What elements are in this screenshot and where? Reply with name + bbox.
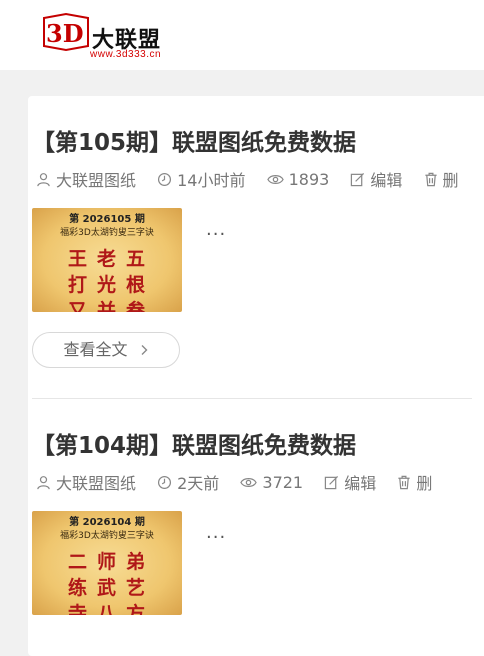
post-thumbnail[interactable]: 第 2026105 期 福彩3D太湖钓叟三字诀 王老五打光根又并叁 — [32, 208, 182, 312]
user-icon — [37, 172, 50, 186]
post-time-text: 2天前 — [177, 474, 220, 493]
post-views: 1893 — [266, 169, 330, 189]
eye-icon — [266, 174, 284, 184]
post-author-name: 大联盟图纸 — [56, 171, 137, 190]
post-item: 【第105期】联盟图纸免费数据 大联盟图纸 14小时前 1893 编辑 删 第 … — [32, 123, 472, 373]
post-time: 2天前 — [157, 470, 219, 494]
thumbnail-subtitle: 福彩3D太湖钓叟三字诀 — [60, 228, 154, 238]
logo-3d-mark: 3D — [43, 12, 89, 52]
logo-url: www.3d333.cn — [90, 49, 162, 60]
post-views-count: 1893 — [288, 169, 330, 189]
clock-icon — [158, 475, 172, 489]
post-edit-label: 编辑 — [344, 474, 377, 493]
user-icon — [37, 475, 50, 489]
trash-icon — [424, 172, 437, 186]
post-time-text: 14小时前 — [177, 171, 246, 190]
post-excerpt: ... — [206, 522, 227, 543]
trash-icon — [398, 475, 410, 489]
chevron-right-icon — [141, 345, 148, 355]
post-meta: 大联盟图纸 14小时前 1893 编辑 删 — [36, 167, 475, 193]
post-time: 14小时前 — [157, 167, 245, 191]
post-author-name: 大联盟图纸 — [56, 474, 137, 493]
edit-icon — [325, 475, 339, 489]
post-views: 3721 — [240, 473, 303, 492]
post-delete-link[interactable]: 删 — [397, 470, 432, 494]
svg-text:3D: 3D — [46, 19, 84, 48]
post-delete-label: 删 — [416, 474, 433, 493]
post-item: 【第104期】联盟图纸免费数据 大联盟图纸 2天前 3721 编辑 删 第 20… — [32, 426, 472, 626]
post-title[interactable]: 【第105期】联盟图纸免费数据 — [32, 123, 356, 157]
thumbnail-subtitle: 福彩3D太湖钓叟三字诀 — [60, 531, 154, 541]
edit-icon — [351, 172, 365, 186]
post-meta: 大联盟图纸 2天前 3721 编辑 删 — [36, 470, 448, 496]
post-delete-link[interactable]: 删 — [424, 167, 459, 191]
read-more-label: 查看全文 — [63, 340, 128, 359]
post-delete-label: 删 — [442, 171, 459, 190]
site-header: 3D 大联盟 www.3d333.cn — [0, 0, 484, 70]
post-title[interactable]: 【第104期】联盟图纸免费数据 — [32, 426, 356, 460]
post-author[interactable]: 大联盟图纸 — [36, 167, 136, 191]
post-edit-label: 编辑 — [370, 171, 403, 190]
post-thumbnail[interactable]: 第 2026104 期 福彩3D太湖钓叟三字诀 二师弟练武艺寺八方 — [32, 511, 182, 615]
thumbnail-issue: 第 2026104 期 — [69, 517, 145, 528]
thumbnail-poem: 王老五打光根又并叁 — [68, 248, 156, 312]
thumbnail-issue: 第 2026105 期 — [69, 214, 145, 225]
post-excerpt: ... — [206, 219, 227, 240]
thumbnail-poem: 二师弟练武艺寺八方 — [68, 551, 156, 615]
post-edit-link[interactable]: 编辑 — [324, 470, 376, 494]
post-edit-link[interactable]: 编辑 — [350, 167, 402, 191]
clock-icon — [158, 172, 172, 186]
post-views-count: 3721 — [262, 472, 304, 492]
post-divider — [32, 398, 472, 399]
read-more-button[interactable]: 查看全文 — [32, 332, 180, 368]
post-author[interactable]: 大联盟图纸 — [36, 470, 136, 494]
eye-icon — [240, 477, 258, 487]
site-logo[interactable]: 3D 大联盟 www.3d333.cn — [40, 12, 190, 62]
